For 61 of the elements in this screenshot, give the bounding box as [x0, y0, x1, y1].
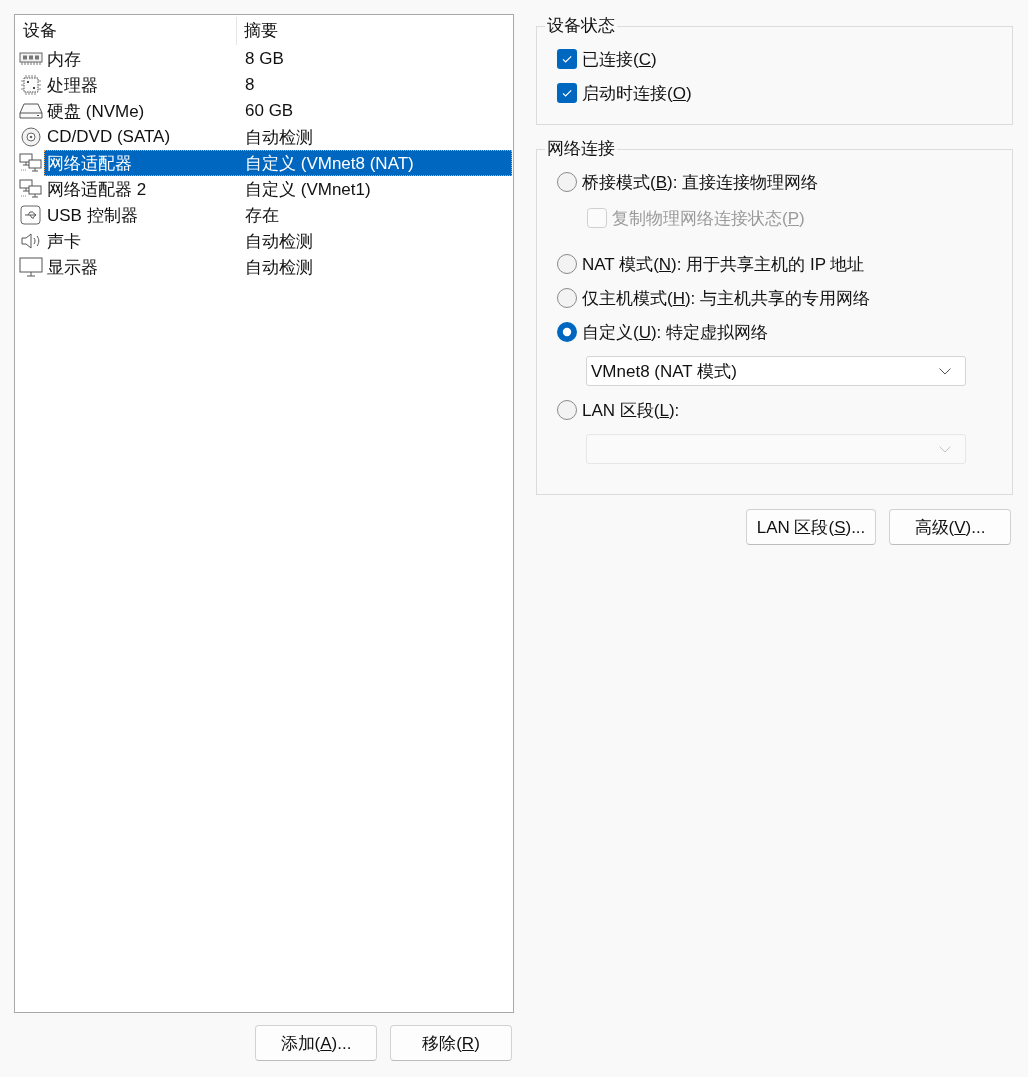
device-row[interactable]: 处理器 8: [44, 72, 512, 98]
device-name: USB 控制器: [46, 204, 139, 227]
device-summary: 8 GB: [244, 49, 284, 69]
option-label: LAN 区段(L):: [582, 399, 680, 422]
device-summary: 自动检测: [244, 230, 313, 253]
checkbox[interactable]: [557, 83, 577, 103]
device-row[interactable]: 网络适配器 自定义 (VMnet8 (NAT): [44, 150, 512, 176]
hard-drive-icon: [19, 101, 43, 121]
option-label: 已连接(C): [582, 48, 657, 71]
dialog-button[interactable]: 添加(A)...: [255, 1025, 377, 1061]
network-icon: [19, 153, 43, 173]
option-label: 桥接模式(B): 直接连接物理网络: [582, 171, 819, 194]
radio-button[interactable]: [557, 254, 577, 274]
device-row[interactable]: CD/DVD (SATA) 自动检测: [44, 124, 512, 150]
dialog-button[interactable]: 移除(R): [390, 1025, 512, 1061]
device-name: CD/DVD (SATA): [46, 127, 172, 147]
column-header[interactable]: 摘要: [237, 16, 278, 45]
chip-icon: [19, 75, 43, 95]
device-row[interactable]: 声卡 自动检测: [44, 228, 512, 254]
device-name: 网络适配器 2: [46, 178, 148, 201]
device-name: 网络适配器: [46, 152, 133, 175]
device-name: 显示器: [46, 256, 99, 279]
speaker-icon: [19, 231, 43, 251]
group-title: 网络连接: [546, 138, 616, 160]
device-summary: 自动检测: [244, 126, 313, 149]
device-row[interactable]: 网络适配器 2 自定义 (VMnet1): [44, 176, 512, 202]
dropdown[interactable]: VMnet8 (NAT 模式): [586, 356, 966, 386]
device-row[interactable]: 显示器 自动检测: [44, 254, 512, 280]
device-name: 声卡: [46, 230, 82, 253]
device-summary: 自定义 (VMnet8 (NAT): [244, 152, 414, 175]
radio-button[interactable]: [557, 288, 577, 308]
radio-button[interactable]: [557, 322, 577, 342]
device-name: 处理器: [46, 74, 99, 97]
device-summary: 自定义 (VMnet1): [244, 178, 371, 201]
monitor-icon: [19, 257, 43, 277]
device-row[interactable]: 硬盘 (NVMe) 60 GB: [44, 98, 512, 124]
device-summary: 自动检测: [244, 256, 313, 279]
dialog-button[interactable]: LAN 区段(S)...: [746, 509, 876, 545]
radio-button[interactable]: [557, 172, 577, 192]
option-label: 复制物理网络连接状态(P): [612, 207, 805, 230]
option-label: NAT 模式(N): 用于共享主机的 IP 地址: [582, 253, 865, 276]
device-summary: 存在: [244, 204, 279, 227]
group-title: 设备状态: [546, 15, 616, 37]
chevron-down-icon: [939, 367, 951, 375]
device-summary: 8: [244, 75, 255, 95]
device-row[interactable]: USB 控制器 存在: [44, 202, 512, 228]
usb-icon: [19, 205, 43, 225]
network-icon: [19, 179, 43, 199]
option-label: 仅主机模式(H): 与主机共享的专用网络: [582, 287, 871, 310]
chevron-down-icon: [939, 445, 951, 453]
option-label: 启动时连接(O): [582, 82, 692, 105]
radio-button[interactable]: [557, 400, 577, 420]
column-header[interactable]: 设备: [15, 16, 237, 45]
device-row[interactable]: 内存 8 GB: [44, 46, 512, 72]
checkbox[interactable]: [557, 49, 577, 69]
disc-icon: [19, 127, 43, 147]
device-name: 硬盘 (NVMe): [46, 100, 146, 123]
device-name: 内存: [46, 48, 82, 71]
device-summary: 60 GB: [244, 101, 294, 121]
dialog-button[interactable]: 高级(V)...: [889, 509, 1011, 545]
option-label: 自定义(U): 特定虚拟网络: [582, 321, 769, 344]
